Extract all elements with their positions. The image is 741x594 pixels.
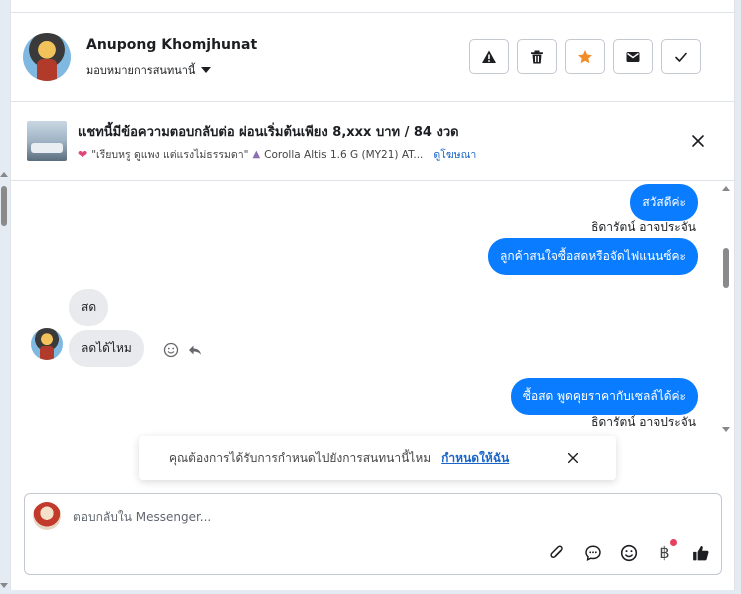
assign-prompt-toast: คุณต้องการได้รับการกำหนดไปยังการสนทนานี้… [139, 436, 616, 480]
incoming-message[interactable]: สด [69, 289, 109, 326]
assign-dropdown[interactable]: มอบหมายการสนทนานี้ [86, 61, 212, 79]
conversation-header: Anupong Khomjhunat มอบหมายการสนทนานี้ [11, 13, 734, 102]
scrollbar-thumb[interactable] [723, 248, 729, 288]
emoji-react-icon[interactable] [163, 342, 179, 358]
close-icon[interactable] [690, 133, 706, 149]
page-avatar [33, 502, 61, 530]
scroll-down-arrow[interactable] [722, 427, 730, 432]
report-button[interactable] [469, 39, 509, 74]
delete-button[interactable] [517, 39, 557, 74]
reply-composer: ฿ [24, 493, 722, 575]
paperclip-icon [549, 545, 563, 558]
sender-name: ธิดารัตน์ อาจประจัน [591, 220, 696, 234]
sender-name: ธิดารัตน์ อาจประจัน [591, 415, 696, 429]
view-ad-link[interactable]: ดูโฆษณา [433, 146, 476, 163]
outgoing-message[interactable]: ซื้อสด พูดคุยราคากับเซลล์ได้ค่ะ [510, 378, 698, 415]
chat-scrollbar[interactable] [722, 186, 730, 432]
mark-unread-button[interactable] [613, 39, 653, 74]
mail-icon [626, 51, 640, 62]
star-icon [578, 49, 592, 63]
close-icon[interactable] [566, 451, 580, 465]
assign-to-me-link[interactable]: กำหนดให้ฉัน [441, 449, 509, 468]
contact-avatar[interactable] [23, 33, 71, 81]
page-scrollbar[interactable] [0, 172, 8, 588]
message-list[interactable]: สวัสดีค่ะ ธิดารัตน์ อาจประจัน ลูกค้าสนใจ… [11, 182, 734, 432]
chat-bubble-icon [584, 545, 601, 561]
check-icon [675, 52, 687, 62]
warning-icon [482, 50, 496, 63]
composer-tools: ฿ [546, 539, 711, 563]
payment-button[interactable]: ฿ [654, 539, 677, 563]
trash-icon [531, 50, 543, 63]
emoji-icon [620, 544, 637, 561]
thumbs-up-icon [692, 545, 709, 560]
chevron-down-icon [201, 67, 212, 73]
scroll-up-arrow[interactable] [0, 172, 8, 177]
toast-text: คุณต้องการได้รับการกำหนดไปยังการสนทนานี้… [169, 450, 432, 465]
contact-name[interactable]: Anupong Khomjhunat [86, 37, 257, 53]
attach-button[interactable] [546, 542, 567, 563]
star-button[interactable] [565, 39, 605, 74]
notification-dot [670, 539, 677, 546]
baht-icon: ฿ [659, 543, 670, 562]
saved-replies-button[interactable] [582, 542, 603, 563]
like-button[interactable] [690, 542, 711, 563]
done-button[interactable] [661, 39, 701, 74]
ad-thumbnail[interactable] [27, 121, 67, 161]
ad-context-bar: แชทนี้มีข้อความตอบกลับต่อ ผ่อนเริ่มต้นเพ… [11, 103, 734, 181]
scrollbar-thumb[interactable] [1, 186, 7, 226]
car-icon: ▲ [252, 149, 261, 160]
ad-model: Corolla Altis 1.6 G (MY21) AT... [264, 148, 424, 161]
assign-label: มอบหมายการสนทนานี้ [86, 64, 196, 77]
conversation-panel: Anupong Khomjhunat มอบหมายการสนทนานี้ แช… [10, 0, 735, 590]
contact-avatar-small[interactable] [31, 328, 63, 360]
incoming-message[interactable]: ลดได้ไหม [69, 330, 144, 367]
header-actions [469, 39, 701, 74]
ad-tagline: "เรียบหรู ดูแพง แต่แรงไม่ธรรมดา" [91, 149, 249, 161]
reply-icon[interactable] [187, 342, 203, 358]
scroll-down-arrow[interactable] [0, 583, 8, 588]
reply-input[interactable] [73, 510, 573, 524]
scroll-up-arrow[interactable] [722, 186, 730, 191]
message-tools [163, 342, 203, 358]
ad-title: แชทนี้มีข้อความตอบกลับต่อ ผ่อนเริ่มต้นเพ… [78, 125, 459, 140]
ad-subtitle: ❤ "เรียบหรู ดูแพง แต่แรงไม่ธรรมดา" ▲ Cor… [78, 146, 476, 163]
heart-icon: ❤ [78, 148, 88, 161]
outgoing-message[interactable]: สวัสดีค่ะ [630, 184, 698, 221]
emoji-button[interactable] [618, 542, 639, 563]
outgoing-message[interactable]: ลูกค้าสนใจซื้อสดหรือจัดไฟแนนซ์คะ [488, 238, 698, 275]
